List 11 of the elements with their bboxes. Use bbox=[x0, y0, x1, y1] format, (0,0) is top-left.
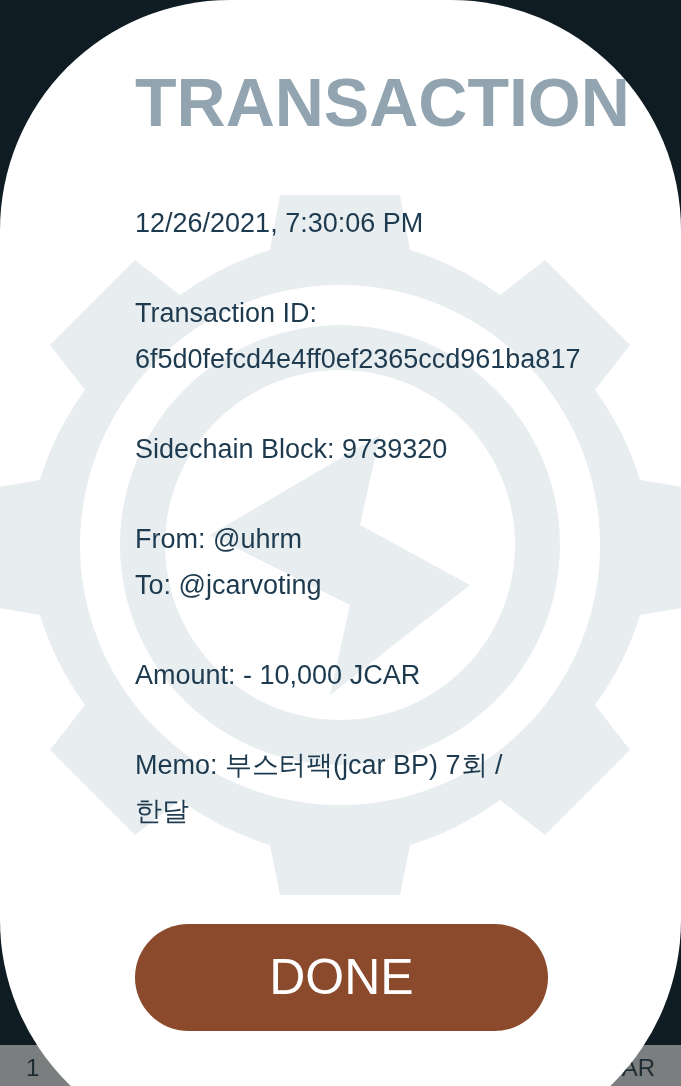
memo-text: Memo: 부스터팩(jcar BP) 7회 / 한달 bbox=[135, 749, 504, 828]
detail-text: Sidechain Block: 9739320 bbox=[135, 433, 449, 466]
dialog-title: TRANSACTION bbox=[135, 63, 631, 142]
detail-text: To: @jcarvoting bbox=[135, 569, 323, 602]
detail-text: 12/26/2021, 7:30:06 PM bbox=[135, 207, 425, 240]
amount-text: 1 bbox=[26, 1053, 40, 1083]
detail-text: Amount: - 10,000 JCAR bbox=[135, 659, 422, 692]
detail-label: Transaction ID: bbox=[135, 297, 319, 330]
detail-text: From: @uhrm bbox=[135, 523, 303, 556]
done-button[interactable]: DONE bbox=[135, 924, 548, 1031]
detail-value: 6f5d0fefcd4e4ff0ef2365ccd961ba817 bbox=[135, 343, 582, 376]
